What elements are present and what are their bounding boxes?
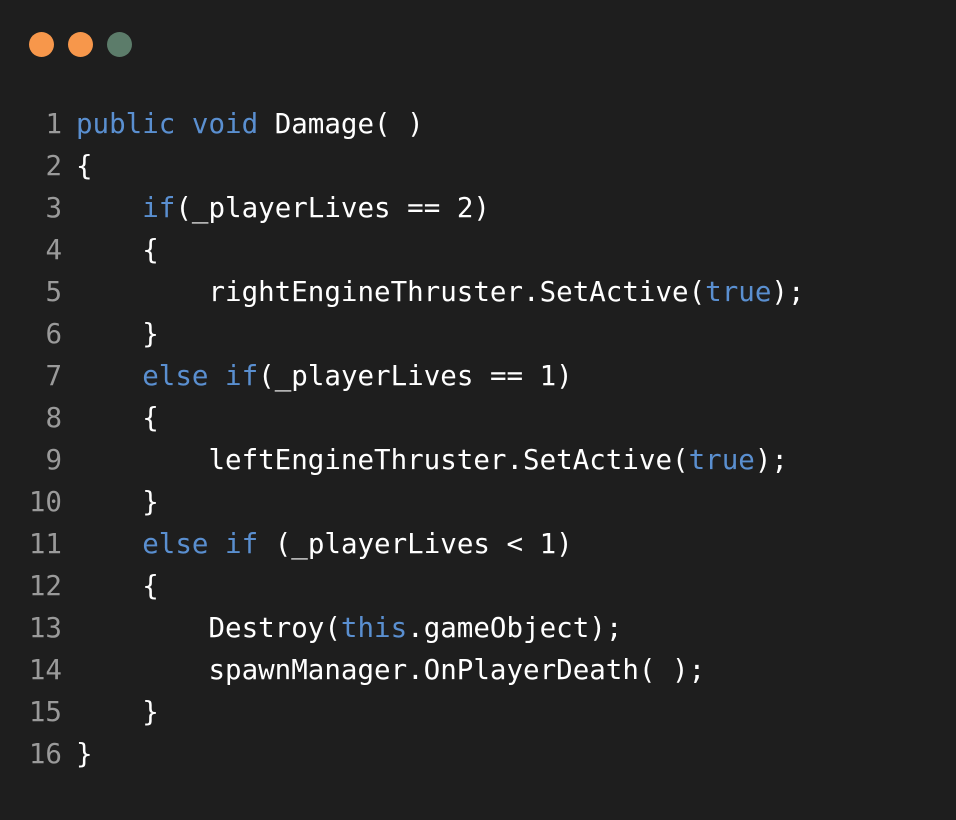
- text-token: {: [76, 402, 159, 434]
- code-line: 13 Destroy(this.gameObject);: [0, 607, 956, 649]
- text-token: {: [76, 150, 93, 182]
- text-token: Damage( ): [258, 108, 424, 140]
- code-text: }: [76, 733, 93, 775]
- code-text: {: [76, 145, 93, 187]
- line-number: 8: [45, 402, 62, 434]
- line-number: 4: [45, 234, 62, 266]
- text-token: (_playerLives < 1): [258, 528, 573, 560]
- maximize-dot-icon[interactable]: [107, 32, 132, 57]
- text-token: }: [76, 738, 93, 770]
- keyword-token: if: [225, 360, 259, 392]
- line-number: 10: [28, 486, 62, 518]
- minimize-dot-icon[interactable]: [68, 32, 93, 57]
- code-text: }: [76, 313, 159, 355]
- line-number: 6: [45, 318, 62, 350]
- code-text: leftEngineThruster.SetActive(true);: [76, 439, 788, 481]
- code-line: 10 }: [0, 481, 956, 523]
- line-number: 16: [28, 738, 62, 770]
- keyword-token: public: [76, 108, 176, 140]
- text-token: spawnManager.OnPlayerDeath( );: [76, 654, 706, 686]
- keyword-token: if: [142, 192, 176, 224]
- line-number: 9: [45, 444, 62, 476]
- code-line: 3 if(_playerLives == 2): [0, 187, 956, 229]
- text-token: (_playerLives == 2): [175, 192, 490, 224]
- keyword-token: if: [225, 528, 259, 560]
- code-text: {: [76, 565, 159, 607]
- text-token: (_playerLives == 1): [258, 360, 573, 392]
- code-text: else if(_playerLives == 1): [76, 355, 573, 397]
- text-token: }: [76, 318, 159, 350]
- line-number: 14: [28, 654, 62, 686]
- code-text: public void Damage( ): [76, 103, 424, 145]
- code-line: 9 leftEngineThruster.SetActive(true);: [0, 439, 956, 481]
- line-number: 2: [45, 150, 62, 182]
- close-dot-icon[interactable]: [29, 32, 54, 57]
- keyword-token: true: [688, 444, 755, 476]
- code-window: 1 public void Damage( ) 2{3 if(_playerLive…: [0, 0, 956, 820]
- text-token: .gameObject);: [407, 612, 623, 644]
- line-number: 15: [28, 696, 62, 728]
- text-token: leftEngineThruster.SetActive(: [76, 444, 689, 476]
- window-controls: [29, 32, 132, 57]
- keyword-token: void: [191, 108, 259, 140]
- code-line: 6 }: [0, 313, 956, 355]
- code-line: 1 public void Damage( ): [0, 103, 956, 145]
- text-token: {: [76, 570, 159, 602]
- code-line: 8 {: [0, 397, 956, 439]
- text-token: }: [76, 696, 159, 728]
- line-number: 3: [45, 192, 62, 224]
- code-text: else if (_playerLives < 1): [76, 523, 573, 565]
- code-line: 4 {: [0, 229, 956, 271]
- code-line: 7 else if(_playerLives == 1): [0, 355, 956, 397]
- line-number: 13: [28, 612, 62, 644]
- code-line: 15 }: [0, 691, 956, 733]
- code-text: rightEngineThruster.SetActive(true);: [76, 271, 805, 313]
- line-number: 1: [45, 108, 62, 140]
- code-line: 12 {: [0, 565, 956, 607]
- code-line: 14 spawnManager.OnPlayerDeath( );: [0, 649, 956, 691]
- keyword-token: else: [142, 528, 209, 560]
- text-token: );: [754, 444, 788, 476]
- code-text: {: [76, 229, 159, 271]
- code-line: 11 else if (_playerLives < 1): [0, 523, 956, 565]
- code-text: spawnManager.OnPlayerDeath( );: [76, 649, 705, 691]
- line-number: 5: [45, 276, 62, 308]
- line-number: 7: [45, 360, 62, 392]
- text-token: Destroy(: [76, 612, 341, 644]
- text-token: {: [76, 234, 159, 266]
- code-text: {: [76, 397, 159, 439]
- keyword-token: true: [705, 276, 772, 308]
- code-text: }: [76, 481, 159, 523]
- code-text: if(_playerLives == 2): [76, 187, 490, 229]
- keyword-token: else: [142, 360, 209, 392]
- text-token: );: [771, 276, 805, 308]
- code-text: }: [76, 691, 159, 733]
- code-line: 16}: [0, 733, 956, 775]
- code-block[interactable]: 1 public void Damage( ) 2{3 if(_playerLive…: [0, 103, 956, 775]
- line-number: 11: [28, 528, 62, 560]
- text-token: }: [76, 486, 159, 518]
- code-line: 2{: [0, 145, 956, 187]
- code-line: 5 rightEngineThruster.SetActive(true);: [0, 271, 956, 313]
- line-number: 12: [28, 570, 62, 602]
- code-text: Destroy(this.gameObject);: [76, 607, 622, 649]
- text-token: rightEngineThruster.SetActive(: [76, 276, 706, 308]
- keyword-token: this: [340, 612, 408, 644]
